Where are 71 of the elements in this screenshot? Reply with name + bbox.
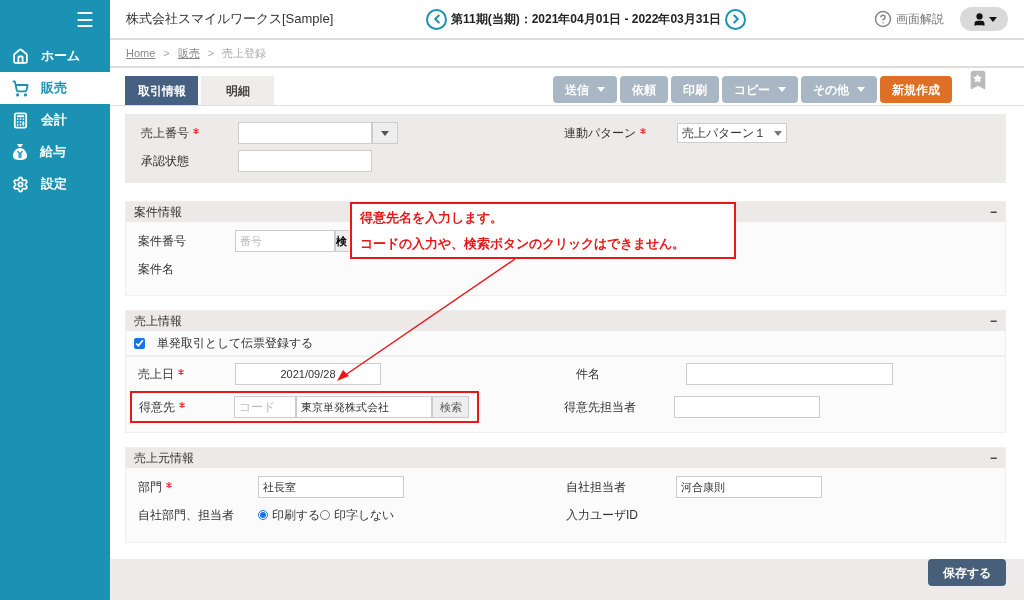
field-label: 案件番号 bbox=[138, 233, 186, 250]
input-field[interactable] bbox=[686, 363, 893, 385]
sidebar-item[interactable]: 給与 bbox=[0, 136, 110, 168]
cart-icon bbox=[12, 79, 29, 97]
radio-button[interactable] bbox=[258, 510, 268, 520]
help-link[interactable]: 画面解説 bbox=[896, 10, 944, 28]
input-field[interactable]: コード bbox=[234, 396, 296, 418]
section-title: 売上元情報 bbox=[134, 450, 194, 467]
input-field[interactable]: 社長室 bbox=[258, 476, 404, 498]
radio-button[interactable] bbox=[320, 510, 330, 520]
select-field[interactable]: 売上パターン１ bbox=[677, 123, 787, 143]
tab[interactable]: 明細 bbox=[201, 76, 274, 105]
caret-icon bbox=[381, 130, 389, 136]
field-label: 自社担当者 bbox=[566, 479, 626, 496]
collapse-button[interactable]: − bbox=[990, 449, 997, 467]
radio-label: 印字しない bbox=[334, 507, 394, 524]
field-label: 売上日 bbox=[138, 366, 174, 383]
input-field[interactable] bbox=[238, 150, 372, 172]
input-field[interactable]: 2021/09/28 bbox=[235, 363, 381, 385]
user-icon bbox=[971, 11, 987, 27]
tab[interactable]: 取引情報 bbox=[125, 76, 198, 105]
breadcrumb-link[interactable]: Home bbox=[126, 44, 156, 62]
input-field[interactable] bbox=[674, 396, 820, 418]
checkbox-label: 単発取引として伝票登録する bbox=[157, 335, 313, 352]
company-name: 株式会社スマイルワークス[Sample] bbox=[126, 10, 335, 29]
search-button[interactable]: 検索 bbox=[432, 396, 469, 418]
previous-period-button[interactable] bbox=[426, 8, 447, 30]
input-field[interactable]: 東京単発株式会社 bbox=[296, 396, 432, 418]
gear-icon bbox=[12, 175, 29, 193]
field-label: 承認状態 bbox=[141, 153, 189, 170]
next-period-button[interactable] bbox=[725, 8, 747, 30]
field-label: 得意先 bbox=[139, 399, 175, 416]
field-label: 売上番号 bbox=[141, 125, 189, 142]
field-label: 連動パターン bbox=[564, 125, 636, 142]
callout-text: コードの入力や、検索ボタンのクリックはできません。 bbox=[360, 234, 686, 253]
sidebar-item[interactable]: 設定 bbox=[0, 168, 110, 200]
fiscal-period: 第11期(当期)：2021年04月01日 - 2022年03月31日 bbox=[451, 11, 722, 28]
help-icon bbox=[874, 10, 892, 28]
money-bag-icon bbox=[12, 143, 28, 161]
section-title: 売上情報 bbox=[134, 313, 182, 330]
caret-icon bbox=[988, 16, 997, 22]
search-button[interactable]: 検 bbox=[335, 230, 349, 252]
collapse-button[interactable]: − bbox=[990, 203, 997, 221]
section-title: 案件情報 bbox=[134, 204, 182, 221]
breadcrumb-link[interactable]: 販売 bbox=[177, 44, 200, 62]
field-label: 件名 bbox=[576, 366, 600, 383]
input-field[interactable]: 河合康則 bbox=[676, 476, 822, 498]
breadcrumb-text: 売上登録 bbox=[222, 45, 267, 61]
radio-label: 印刷する bbox=[272, 507, 320, 524]
collapse-button[interactable]: − bbox=[990, 312, 997, 330]
breadcrumb-text: > bbox=[163, 45, 170, 61]
field-label: 得意先担当者 bbox=[564, 399, 636, 416]
toolbar-button[interactable]: 新規作成 bbox=[880, 76, 952, 103]
sidebar-item[interactable]: 会計 bbox=[0, 104, 110, 136]
field-label: 部門 bbox=[138, 479, 162, 496]
field-label: 入力ユーザID bbox=[566, 507, 638, 524]
checkbox[interactable] bbox=[134, 337, 145, 349]
calculator-icon bbox=[12, 111, 29, 129]
home-icon bbox=[12, 47, 29, 65]
sidebar-item[interactable]: ホーム bbox=[0, 40, 110, 72]
save-button[interactable]: 保存する bbox=[928, 559, 1006, 586]
sidebar-item[interactable]: 販売 bbox=[0, 72, 110, 104]
callout-text: 得意先名を入力します。 bbox=[360, 209, 504, 227]
breadcrumb-text: > bbox=[207, 45, 215, 61]
caret-icon bbox=[774, 130, 782, 136]
field-label: 自社部門、担当者 bbox=[138, 507, 234, 524]
dropdown-button[interactable] bbox=[372, 122, 398, 144]
field-label: 案件名 bbox=[138, 261, 174, 278]
user-menu-button[interactable] bbox=[960, 7, 1008, 31]
input-field[interactable] bbox=[238, 122, 372, 144]
menu-button[interactable]: ☰ bbox=[76, 10, 94, 30]
